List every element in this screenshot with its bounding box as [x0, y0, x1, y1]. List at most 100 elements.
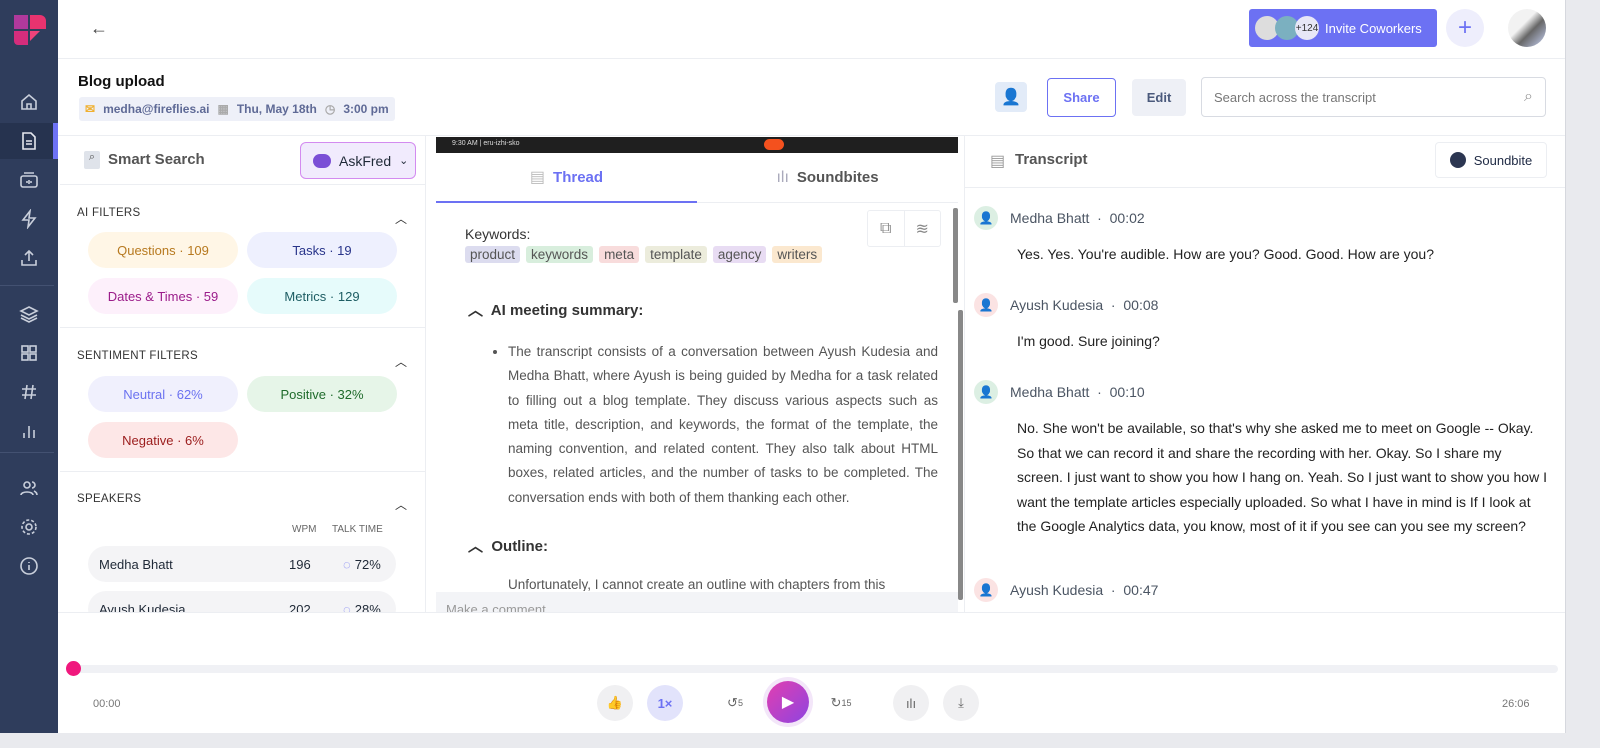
divider [60, 471, 426, 472]
soundbite-icon [1449, 152, 1466, 168]
speed-button[interactable]: 1× [647, 685, 683, 721]
soundbite-button[interactable]: Soundbite [1435, 142, 1547, 178]
invite-count: +124 [1295, 16, 1319, 40]
chevron-up-icon[interactable]: ︿ [395, 210, 407, 227]
speakers-title: SPEAKERS [77, 493, 142, 505]
filter-questions[interactable]: Questions · 109 [88, 232, 238, 268]
speaker-view-icon[interactable]: 👤 [995, 82, 1027, 112]
filter-neutral[interactable]: Neutral · 62% [88, 376, 238, 412]
progress-track[interactable] [68, 665, 1558, 673]
robot-icon [313, 153, 331, 168]
summary-heading[interactable]: ︿ AI meeting summary: [468, 299, 643, 320]
filter-metrics[interactable]: Metrics · 129 [247, 278, 397, 314]
transcript-search-input[interactable]: Search across the transcript ⌕ [1201, 77, 1546, 117]
divider [58, 58, 1565, 59]
speaker-row[interactable]: Medha Bhatt 196 ◌ 72% [88, 546, 396, 582]
channels-icon[interactable] [0, 374, 58, 410]
outline-heading[interactable]: ︿ Outline: [468, 535, 548, 556]
filter-tasks[interactable]: Tasks · 19 [247, 232, 397, 268]
outline-list: Unfortunately, I cannot create an outlin… [508, 577, 938, 591]
progress-handle[interactable] [66, 661, 81, 676]
notebook-icon[interactable] [0, 123, 58, 159]
invite-coworkers-button[interactable]: +124 Invite Coworkers [1249, 9, 1437, 47]
filter-negative[interactable]: Negative · 6% [88, 422, 238, 458]
keyword-tag[interactable]: meta [599, 246, 640, 263]
home-icon[interactable] [0, 84, 58, 120]
soundbite-icon[interactable]: ılı [893, 685, 929, 721]
download-icon[interactable]: ⤓ [943, 685, 979, 721]
talk-time-ring-icon: ◌ [343, 556, 351, 572]
play-button[interactable]: ▶ [767, 681, 809, 723]
user-avatar[interactable] [1508, 9, 1546, 47]
divider [60, 327, 426, 328]
tab-soundbites[interactable]: ılı Soundbites [697, 153, 958, 203]
layers-icon[interactable]: ≋ [905, 211, 941, 246]
transcript-speaker[interactable]: Ayush Kudesia · 00:47 [1010, 582, 1158, 598]
soundwave-icon: ılı [776, 168, 789, 186]
tab-thread-label: Thread [553, 168, 604, 186]
meetings-icon[interactable] [0, 162, 58, 198]
transcript-speaker[interactable]: Medha Bhatt · 00:10 [1010, 384, 1145, 400]
summary-list: The transcript consists of a conversatio… [508, 340, 938, 510]
askfred-label: AskFred [339, 152, 392, 169]
transcript-speaker[interactable]: Ayush Kudesia · 00:08 [1010, 297, 1158, 313]
filter-positive[interactable]: Positive · 32% [247, 376, 397, 412]
info-icon[interactable] [0, 548, 58, 584]
meeting-date: Thu, May 18th [236, 102, 317, 116]
page-title: Blog upload [78, 73, 165, 90]
chevron-up-icon[interactable]: ︿ [395, 496, 407, 513]
copy-icon[interactable]: ⧉ [868, 211, 905, 246]
upload-icon[interactable] [0, 240, 58, 276]
sidebar-divider [0, 452, 54, 453]
invite-label: Invite Coworkers [1325, 20, 1422, 36]
search-placeholder: Search across the transcript [1214, 89, 1376, 105]
transcript-speaker[interactable]: Medha Bhatt · 00:02 [1010, 210, 1145, 226]
analytics-icon[interactable] [0, 413, 58, 449]
keyword-tag[interactable]: keywords [526, 246, 594, 263]
speaker-talk-time: 72% [354, 556, 381, 572]
speaker-avatar-icon: 👤 [974, 380, 998, 404]
fireflies-logo[interactable] [14, 15, 46, 45]
keywords-label: Keywords: [465, 226, 531, 242]
forward-icon[interactable]: ↻ 15 [823, 685, 859, 721]
layers-icon[interactable] [0, 296, 58, 332]
app-window: ← +124 Invite Coworkers + Blog upload ✉ m… [0, 0, 1566, 733]
apps-icon[interactable] [0, 335, 58, 371]
transcript-text: Yes. Yes. You're audible. How are you? G… [1017, 246, 1434, 262]
tab-thread[interactable]: ▤ Thread [436, 153, 697, 203]
filter-dates-times[interactable]: Dates & Times · 59 [88, 278, 238, 314]
summary-title: AI meeting summary: [490, 302, 644, 319]
plus-icon[interactable]: + [1446, 9, 1484, 47]
like-icon[interactable]: 👍 [597, 685, 633, 721]
speaker-avatar-icon: 👤 [974, 578, 998, 602]
sidebar [0, 0, 58, 733]
scrollbar[interactable] [953, 208, 958, 303]
speaker-name: Medha Bhatt [99, 556, 173, 572]
audio-player: 00:00 26:06 [58, 612, 1565, 733]
smart-search-icon: ⌕ [84, 151, 100, 169]
team-icon[interactable] [0, 470, 58, 506]
thread-icon: ▤ [529, 169, 546, 186]
keyword-tag[interactable]: writers [772, 246, 823, 263]
chevron-up-icon: ︿ [468, 302, 484, 319]
search-icon: ⌕ [1524, 88, 1533, 105]
askfred-dropdown[interactable]: AskFred ⌄ [300, 142, 416, 179]
outline-text: Unfortunately, I cannot create an outlin… [508, 577, 938, 591]
chevron-up-icon[interactable]: ︿ [395, 353, 407, 370]
divider [425, 136, 426, 612]
keyword-tag[interactable]: agency [712, 246, 767, 263]
comment-input[interactable]: Make a comment [436, 592, 958, 612]
scrollbar[interactable] [958, 310, 963, 600]
end-call-icon [764, 139, 784, 150]
integrations-icon[interactable] [0, 201, 58, 237]
share-button[interactable]: Share [1047, 78, 1116, 117]
video-strip[interactable]: 9:30 AM | eru-izhi-sko [436, 137, 958, 153]
rewind-icon[interactable]: ↺ 5 [717, 685, 753, 721]
outline-title: Outline: [491, 538, 549, 555]
keyword-tag[interactable]: template [645, 246, 707, 263]
back-arrow-icon[interactable]: ← [90, 18, 108, 39]
keyword-tag[interactable]: product [465, 246, 521, 263]
settings-icon[interactable] [0, 509, 58, 545]
smart-search-title: Smart Search [108, 151, 205, 168]
edit-button[interactable]: Edit [1132, 79, 1186, 116]
